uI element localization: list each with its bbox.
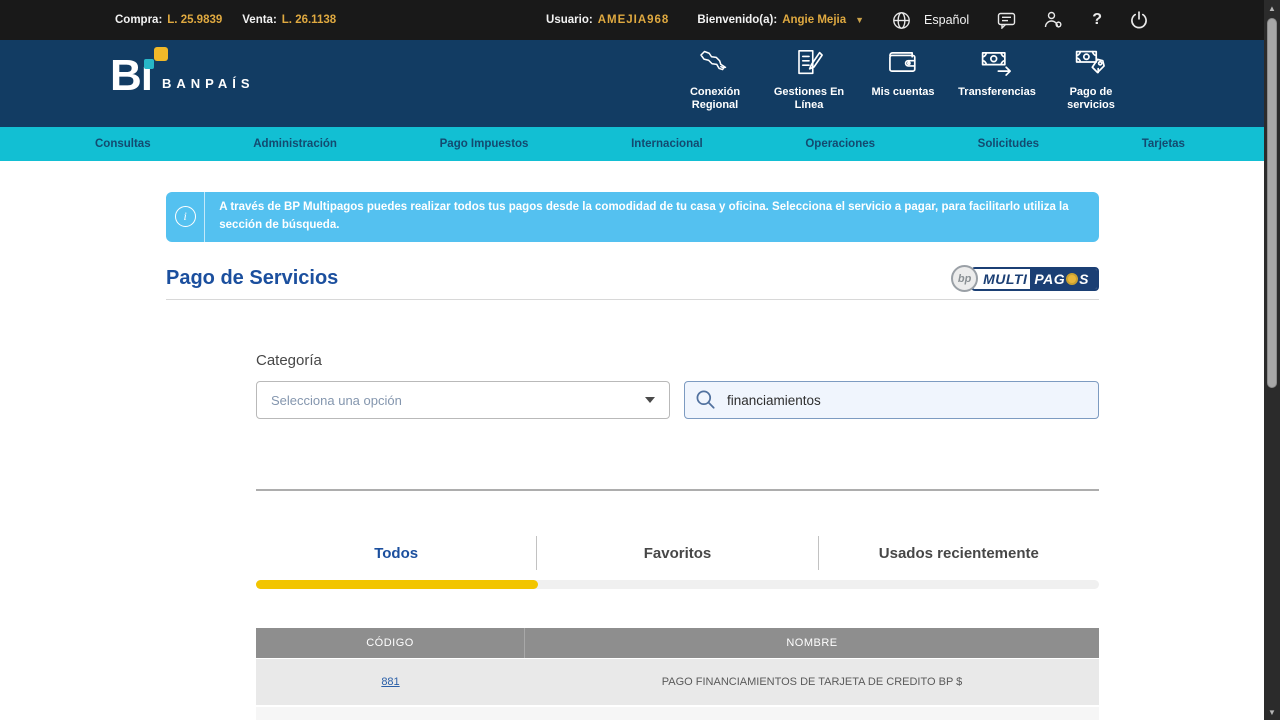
- tab-favoritos[interactable]: Favoritos: [536, 536, 817, 570]
- page-title: Pago de Servicios: [166, 267, 339, 289]
- venta-label: Venta:: [242, 14, 277, 26]
- exchange-rates: Compra: L. 25.9839 Venta: L. 26.1138: [115, 14, 336, 26]
- globe-icon: [892, 11, 911, 30]
- services-table: CÓDIGO NOMBRE 881 PAGO FINANCIAMIENTOS D…: [256, 628, 1099, 720]
- info-banner: i A través de BP Multipagos puedes reali…: [166, 192, 1099, 242]
- scroll-up-icon[interactable]: ▲: [1264, 0, 1280, 16]
- logo-gold-square: [154, 47, 168, 61]
- scrollbar-thumb[interactable]: [1267, 18, 1277, 388]
- nav-label: Mis cuentas: [871, 86, 935, 98]
- table-header: CÓDIGO NOMBRE: [256, 628, 1099, 658]
- help-icon[interactable]: ?: [1092, 11, 1102, 29]
- search-input[interactable]: [727, 392, 1067, 408]
- language-label: Español: [924, 13, 970, 27]
- menu-item-solicitudes[interactable]: Solicitudes: [978, 138, 1039, 150]
- nav-label: Transferencias: [958, 86, 1036, 98]
- tabs: Todos Favoritos Usados recientemente: [256, 536, 1099, 570]
- banknote-arrow-icon: [980, 48, 1014, 81]
- scroll-down-icon[interactable]: ▼: [1264, 704, 1280, 720]
- info-banner-text: A través de BP Multipagos puedes realiza…: [219, 201, 1069, 231]
- bank-name: BANPAÍS: [162, 75, 255, 91]
- category-select[interactable]: Selecciona una opción: [256, 381, 670, 419]
- topbar: Compra: L. 25.9839 Venta: L. 26.1138 Usu…: [0, 0, 1280, 40]
- section-divider: [256, 489, 1099, 491]
- user-settings-icon[interactable]: [1044, 11, 1064, 29]
- service-name: PAGO FINANCIAMIENTOS DE TARJETA DE CREDI…: [661, 676, 963, 688]
- venta-value: L. 26.1138: [281, 14, 337, 26]
- nav-transferencias[interactable]: Transferencias: [952, 48, 1042, 112]
- logo-teal-square: [144, 59, 154, 69]
- document-pencil-icon: [794, 48, 824, 81]
- chevron-down-icon: ▼: [855, 15, 865, 25]
- main-header: Bı BANPAÍS Conexión Regional Gestiones E…: [0, 40, 1280, 127]
- category-label: Categoría: [256, 352, 322, 369]
- banknote-tag-icon: [1074, 48, 1108, 81]
- info-icon: i: [174, 206, 196, 228]
- header-nav: Conexión Regional Gestiones En Línea Mis…: [670, 48, 1136, 112]
- tab-indicator-track: [256, 580, 1099, 589]
- map-icon: [697, 48, 733, 81]
- vertical-scrollbar[interactable]: ▲ ▼: [1264, 0, 1280, 720]
- user-menu[interactable]: Bienvenido(a): Angie Mejia ▼: [697, 14, 864, 26]
- menu-item-consultas[interactable]: Consultas: [95, 138, 151, 150]
- messages-icon[interactable]: [997, 12, 1016, 29]
- compra-label: Compra:: [115, 14, 163, 26]
- nav-mis-cuentas[interactable]: Mis cuentas: [858, 48, 948, 112]
- nav-label: Conexión Regional: [689, 86, 741, 112]
- tab-usados-recientemente[interactable]: Usados recientemente: [817, 536, 1099, 570]
- search-box: [684, 381, 1099, 419]
- tab-indicator: [256, 580, 538, 589]
- nav-label: Gestiones En Línea: [773, 86, 845, 112]
- service-code-link[interactable]: 881: [381, 676, 399, 688]
- usuario-value: AMEJIA968: [597, 14, 670, 26]
- logo-bi: Bı: [110, 47, 168, 98]
- nav-pago-servicios[interactable]: Pago de servicios: [1046, 48, 1136, 112]
- tab-todos[interactable]: Todos: [256, 536, 536, 570]
- menu-item-tarjetas[interactable]: Tarjetas: [1142, 138, 1185, 150]
- banpais-logo[interactable]: Bı BANPAÍS: [110, 47, 255, 98]
- menu-bar: Consultas Administración Pago Impuestos …: [0, 127, 1280, 161]
- bp-badge-icon: bp: [951, 265, 979, 292]
- multipagos-pagos: PAG S: [1030, 268, 1097, 289]
- search-icon: [696, 390, 715, 409]
- menu-item-pago-impuestos[interactable]: Pago Impuestos: [440, 138, 529, 150]
- table-row: 881 PAGO FINANCIAMIENTOS DE TARJETA DE C…: [256, 659, 1099, 705]
- language-selector[interactable]: Español: [892, 11, 969, 30]
- power-icon[interactable]: [1130, 11, 1148, 29]
- info-icon-box: i: [166, 192, 206, 242]
- multipagos-logo: bp MULTI PAG S: [951, 265, 1099, 292]
- compra-value: L. 25.9839: [167, 14, 223, 26]
- nav-conexion-regional[interactable]: Conexión Regional: [670, 48, 760, 112]
- nav-label: Pago de servicios: [1067, 86, 1115, 112]
- multipagos-multi: MULTI: [973, 268, 1031, 289]
- wallet-icon: [886, 48, 920, 81]
- bienvenido-label: Bienvenido(a):: [697, 14, 778, 26]
- nav-gestiones-en-linea[interactable]: Gestiones En Línea: [764, 48, 854, 112]
- column-header-nombre: NOMBRE: [786, 637, 838, 649]
- title-row: Pago de Servicios bp MULTI PAG S: [166, 258, 1099, 300]
- category-placeholder: Selecciona una opción: [271, 392, 402, 408]
- chevron-down-icon: [645, 397, 655, 403]
- menu-item-administracion[interactable]: Administración: [253, 138, 337, 150]
- menu-item-operaciones[interactable]: Operaciones: [805, 138, 875, 150]
- column-header-codigo: CÓDIGO: [256, 628, 525, 658]
- usuario-label: Usuario:: [546, 14, 593, 26]
- bienvenido-value: Angie Mejia: [782, 14, 847, 26]
- coin-icon: [1066, 272, 1079, 285]
- menu-item-internacional[interactable]: Internacional: [631, 138, 703, 150]
- table-row-partial: [256, 707, 1099, 720]
